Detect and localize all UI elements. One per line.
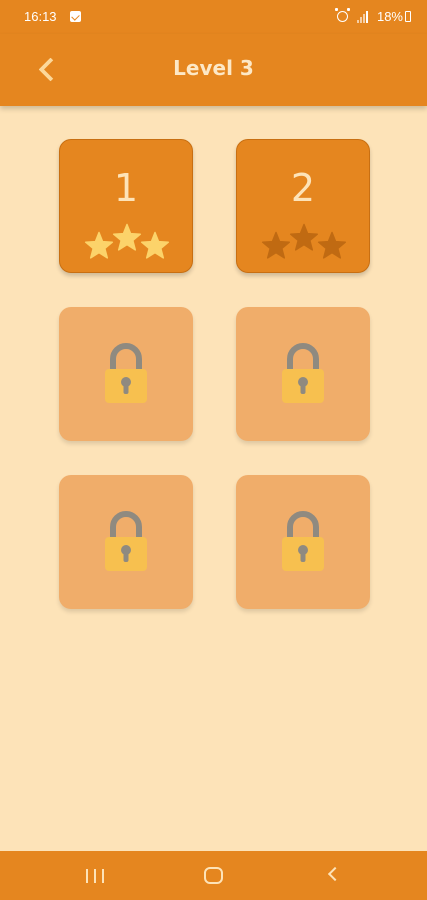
level-grid: 1 2 (0, 0, 427, 900)
level-tile-locked (236, 475, 370, 609)
star-filled-icon (140, 231, 170, 261)
level-tile-2[interactable]: 2 (236, 139, 370, 273)
star-empty-icon (289, 223, 319, 253)
level-number: 2 (290, 166, 316, 210)
lock-icon (280, 341, 326, 405)
recent-apps-icon[interactable] (86, 869, 104, 883)
level-tile-locked (59, 475, 193, 609)
star-empty-icon (261, 231, 291, 261)
level-tile-locked (236, 307, 370, 441)
lock-icon (280, 509, 326, 573)
lock-icon (103, 509, 149, 573)
star-filled-icon (84, 231, 114, 261)
back-icon[interactable] (327, 866, 343, 882)
star-rating (84, 222, 170, 262)
home-icon[interactable] (204, 867, 223, 884)
star-empty-icon (317, 231, 347, 261)
lock-icon (103, 341, 149, 405)
star-rating (261, 222, 347, 262)
navigation-bar (0, 851, 427, 900)
level-tile-locked (59, 307, 193, 441)
level-tile-1[interactable]: 1 (59, 139, 193, 273)
star-filled-icon (112, 223, 142, 253)
level-number: 1 (113, 166, 139, 210)
